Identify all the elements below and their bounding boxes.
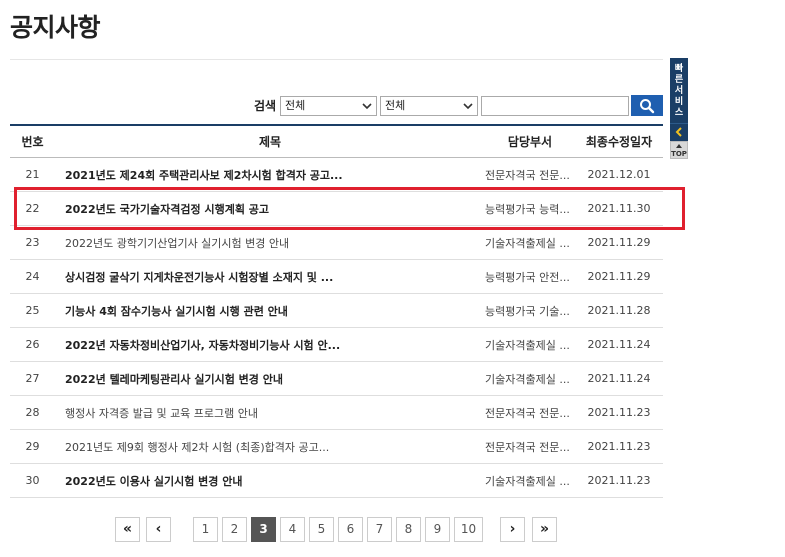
chevron-left-icon: [675, 127, 682, 137]
row-no: 30: [10, 463, 55, 498]
row-date: 2021.11.29: [575, 259, 663, 294]
row-dept: 능력평가국 기술...: [485, 293, 575, 328]
row-no: 26: [10, 327, 55, 362]
highlight-box: [14, 187, 685, 230]
top-label: TOP: [671, 150, 687, 158]
page-title: 공지사항: [10, 13, 101, 42]
chevron-down-icon: [362, 103, 372, 110]
first-page-button[interactable]: «: [115, 517, 140, 542]
table-row: 30 2022년도 이용사 실기시험 변경 안내 기술자격출제실 ... 202…: [10, 463, 663, 498]
header-dept: 담당부서: [485, 124, 575, 158]
title-divider: [10, 59, 663, 60]
page-button-9[interactable]: 9: [425, 517, 450, 542]
row-dept: 전문자격국 전문...: [485, 429, 575, 464]
search-category-value: 전체: [285, 99, 306, 112]
row-title-link[interactable]: 행정사 자격증 발급 및 교육 프로그램 안내: [55, 395, 485, 430]
row-dept: 기술자격출제실 ...: [485, 463, 575, 498]
table-row: 28 행정사 자격증 발급 및 교육 프로그램 안내 전문자격국 전문... 2…: [10, 395, 663, 430]
row-no: 25: [10, 293, 55, 328]
quick-service-label: 빠른서비스: [674, 64, 684, 118]
row-title-link[interactable]: 2022년도 광학기기산업기사 실기시험 변경 안내: [55, 225, 485, 260]
page-button-5[interactable]: 5: [309, 517, 334, 542]
row-date: 2021.11.23: [575, 429, 663, 464]
search-bar: 검색 전체 전체: [10, 95, 663, 116]
table-row: 23 2022년도 광학기기산업기사 실기시험 변경 안내 기술자격출제실 ..…: [10, 225, 663, 260]
table-row: 24 상시검정 굴삭기 지게차운전기능사 시험장별 소재지 및 ... 능력평가…: [10, 259, 663, 294]
chevron-down-icon: [463, 103, 473, 110]
row-no: 24: [10, 259, 55, 294]
header-no: 번호: [10, 124, 55, 158]
row-dept: 기술자격출제실 ...: [485, 361, 575, 396]
table-row: 26 2022년 자동차정비산업기사, 자동차정비기능사 시험 안... 기술자…: [10, 327, 663, 362]
row-date: 2021.11.29: [575, 225, 663, 260]
quick-service-toggle[interactable]: [670, 123, 688, 141]
page-button-3[interactable]: 3: [251, 517, 276, 542]
row-title-link[interactable]: 상시검정 굴삭기 지게차운전기능사 시험장별 소재지 및 ...: [55, 259, 485, 294]
search-input[interactable]: [481, 96, 629, 116]
row-no: 29: [10, 429, 55, 464]
table-header-row: 번호 제목 담당부서 최종수정일자: [10, 124, 663, 158]
row-title-link[interactable]: 2021년도 제9회 행정사 제2차 시험 (최종)합격자 공고...: [55, 429, 485, 464]
scroll-top-button[interactable]: TOP: [670, 141, 688, 159]
row-date: 2021.11.23: [575, 395, 663, 430]
row-dept: 기술자격출제실 ...: [485, 225, 575, 260]
table-row: 25 기능사 4회 잠수기능사 실기시험 시행 관련 안내 능력평가국 기술..…: [10, 293, 663, 328]
row-title-link[interactable]: 기능사 4회 잠수기능사 실기시험 시행 관련 안내: [55, 293, 485, 328]
page-button-8[interactable]: 8: [396, 517, 421, 542]
next-page-button[interactable]: ›: [500, 517, 525, 542]
table-row: 29 2021년도 제9회 행정사 제2차 시험 (최종)합격자 공고... 전…: [10, 429, 663, 464]
row-date: 2021.11.28: [575, 293, 663, 328]
last-page-button[interactable]: »: [532, 517, 557, 542]
search-icon: [640, 99, 655, 114]
search-label: 검색: [254, 99, 277, 113]
row-title-link[interactable]: 2022년 자동차정비산업기사, 자동차정비기능사 시험 안...: [55, 327, 485, 362]
notice-table: 번호 제목 담당부서 최종수정일자 21 2021년도 제24회 주택관리사보 …: [10, 124, 663, 498]
arrow-up-icon: [676, 144, 682, 148]
search-button[interactable]: [631, 95, 663, 116]
row-dept: 기술자격출제실 ...: [485, 327, 575, 362]
page-button-2[interactable]: 2: [222, 517, 247, 542]
table-row: 27 2022년 텔레마케팅관리사 실기시험 변경 안내 기술자격출제실 ...…: [10, 361, 663, 396]
row-title-link[interactable]: 2022년 텔레마케팅관리사 실기시험 변경 안내: [55, 361, 485, 396]
page-button-7[interactable]: 7: [367, 517, 392, 542]
page-button-1[interactable]: 1: [193, 517, 218, 542]
page-button-6[interactable]: 6: [338, 517, 363, 542]
search-field-value: 전체: [385, 99, 406, 112]
row-no: 27: [10, 361, 55, 396]
row-no: 23: [10, 225, 55, 260]
prev-page-button[interactable]: ‹: [146, 517, 171, 542]
row-title-link[interactable]: 2022년도 이용사 실기시험 변경 안내: [55, 463, 485, 498]
search-category-select[interactable]: 전체: [280, 96, 377, 116]
row-date: 2021.11.23: [575, 463, 663, 498]
row-dept: 전문자격국 전문...: [485, 395, 575, 430]
row-no: 28: [10, 395, 55, 430]
header-title: 제목: [55, 124, 485, 158]
header-date: 최종수정일자: [575, 124, 663, 158]
page-button-10[interactable]: 10: [454, 517, 483, 542]
page-button-4[interactable]: 4: [280, 517, 305, 542]
row-date: 2021.11.24: [575, 327, 663, 362]
search-field-select[interactable]: 전체: [380, 96, 478, 116]
row-dept: 능력평가국 안전...: [485, 259, 575, 294]
row-date: 2021.11.24: [575, 361, 663, 396]
